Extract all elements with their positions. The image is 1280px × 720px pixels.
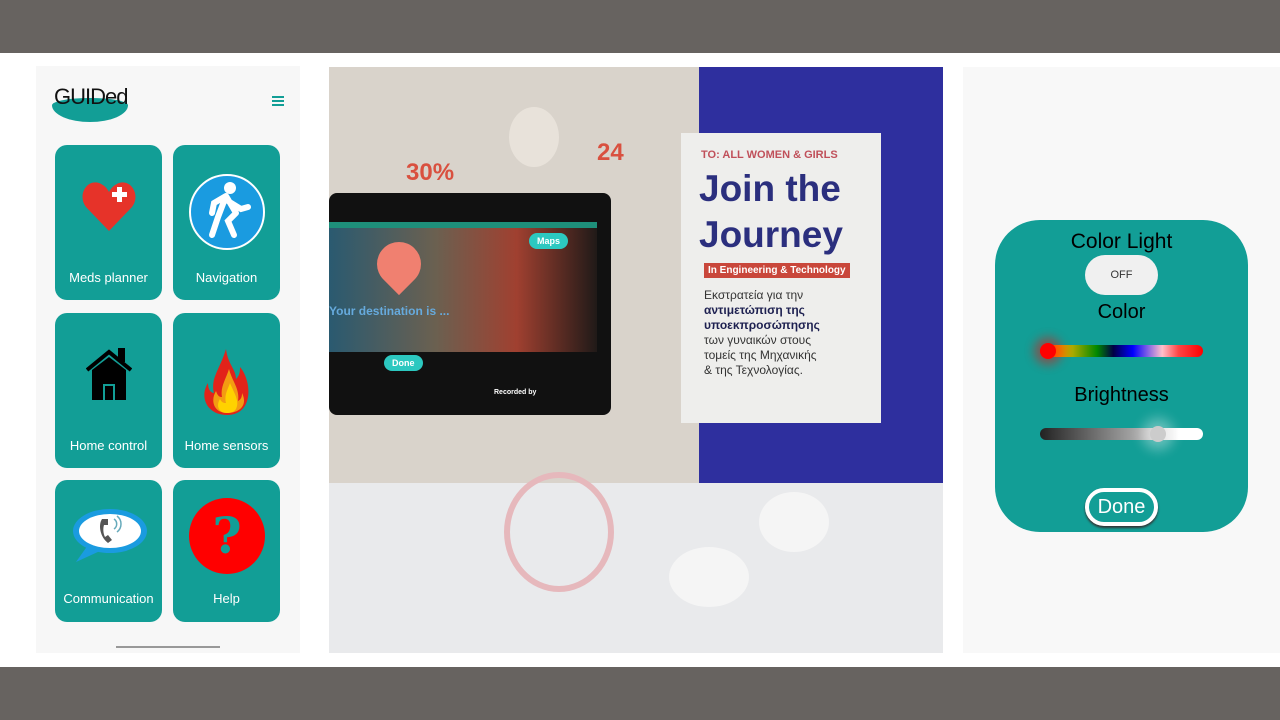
tile-meds-planner[interactable]: Meds planner xyxy=(55,145,162,300)
fan xyxy=(504,472,614,592)
tile-label: Meds planner xyxy=(69,270,148,285)
tile-help[interactable]: ? Help xyxy=(173,480,280,622)
tile-navigation[interactable]: Navigation xyxy=(173,145,280,300)
demo-photo: 30% 24 TO: ALL WOMEN & GIRLS Join the Jo… xyxy=(329,67,943,653)
tile-label: Navigation xyxy=(195,270,258,285)
color-light-screen: Color Light OFF Color Brightness Done xyxy=(963,67,1280,653)
power-toggle[interactable]: OFF xyxy=(1085,255,1158,295)
poster: TO: ALL WOMEN & GIRLS Join the Journey I… xyxy=(681,133,881,423)
tile-home-control[interactable]: Home control xyxy=(55,313,162,468)
color-light-card: Color Light OFF Color Brightness Done xyxy=(995,220,1248,532)
color-label: Color xyxy=(1097,301,1146,323)
monitor: Maps Your destination is ... Done Record… xyxy=(329,193,611,415)
phone-bubble-icon xyxy=(72,509,147,562)
tile-label: Communication xyxy=(63,591,154,606)
card-title: Color Light xyxy=(1070,230,1173,253)
pedestrian-icon xyxy=(188,174,265,250)
guided-logo: GUIDed xyxy=(52,84,130,124)
tile-label: Help xyxy=(213,591,240,606)
question-icon: ? xyxy=(188,498,265,574)
hamburger-icon[interactable] xyxy=(272,96,284,106)
fire-icon xyxy=(203,349,248,415)
done-button[interactable]: Done xyxy=(1085,488,1158,526)
color-slider[interactable] xyxy=(1040,343,1203,359)
color-slider-thumb[interactable] xyxy=(1040,343,1056,359)
top-band xyxy=(0,0,1280,53)
guided-home-screen: GUIDed Meds planner Navigation Home cont… xyxy=(36,66,300,653)
brightness-slider-thumb[interactable] xyxy=(1150,426,1167,442)
tile-communication[interactable]: Communication xyxy=(55,480,162,622)
home-indicator xyxy=(116,646,220,648)
brightness-slider[interactable] xyxy=(1040,426,1203,442)
heart-plus-icon xyxy=(82,182,135,231)
brightness-label: Brightness xyxy=(1074,384,1169,406)
tile-label: Home sensors xyxy=(184,438,269,453)
house-icon xyxy=(85,348,132,400)
tile-home-sensors[interactable]: Home sensors xyxy=(173,313,280,468)
poster-stat: 24 xyxy=(597,139,624,166)
tile-label: Home control xyxy=(69,438,148,453)
poster-stat: 30% xyxy=(406,159,455,186)
svg-text:?: ? xyxy=(212,506,241,565)
bottom-band xyxy=(0,667,1280,720)
